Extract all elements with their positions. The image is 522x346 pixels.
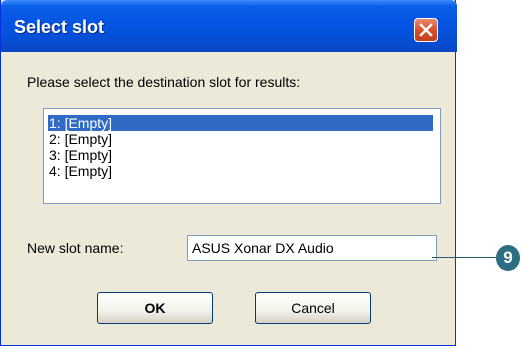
title-bar: Select slot <box>1 0 457 52</box>
select-slot-dialog: Select slot Please select the destinatio… <box>0 0 457 346</box>
new-slot-name-label: New slot name: <box>27 240 124 256</box>
slot-item-1[interactable]: 1: [Empty] <box>48 115 433 131</box>
slot-item-3[interactable]: 3: [Empty] <box>48 147 112 163</box>
ok-button[interactable]: OK <box>97 292 213 324</box>
cancel-button[interactable]: Cancel <box>255 292 371 324</box>
callout-number-badge: 9 <box>496 245 520 271</box>
dialog-title: Select slot <box>14 17 105 37</box>
slot-item-4[interactable]: 4: [Empty] <box>48 163 112 179</box>
new-slot-name-input[interactable] <box>187 235 437 261</box>
slot-item-2[interactable]: 2: [Empty] <box>48 131 112 147</box>
destination-prompt: Please select the destination slot for r… <box>27 74 301 90</box>
slot-listbox[interactable]: 1: [Empty] 2: [Empty] 3: [Empty] 4: [Emp… <box>43 108 441 204</box>
callout-leader-line <box>432 257 498 258</box>
close-icon <box>419 23 433 37</box>
close-button[interactable] <box>414 18 438 42</box>
